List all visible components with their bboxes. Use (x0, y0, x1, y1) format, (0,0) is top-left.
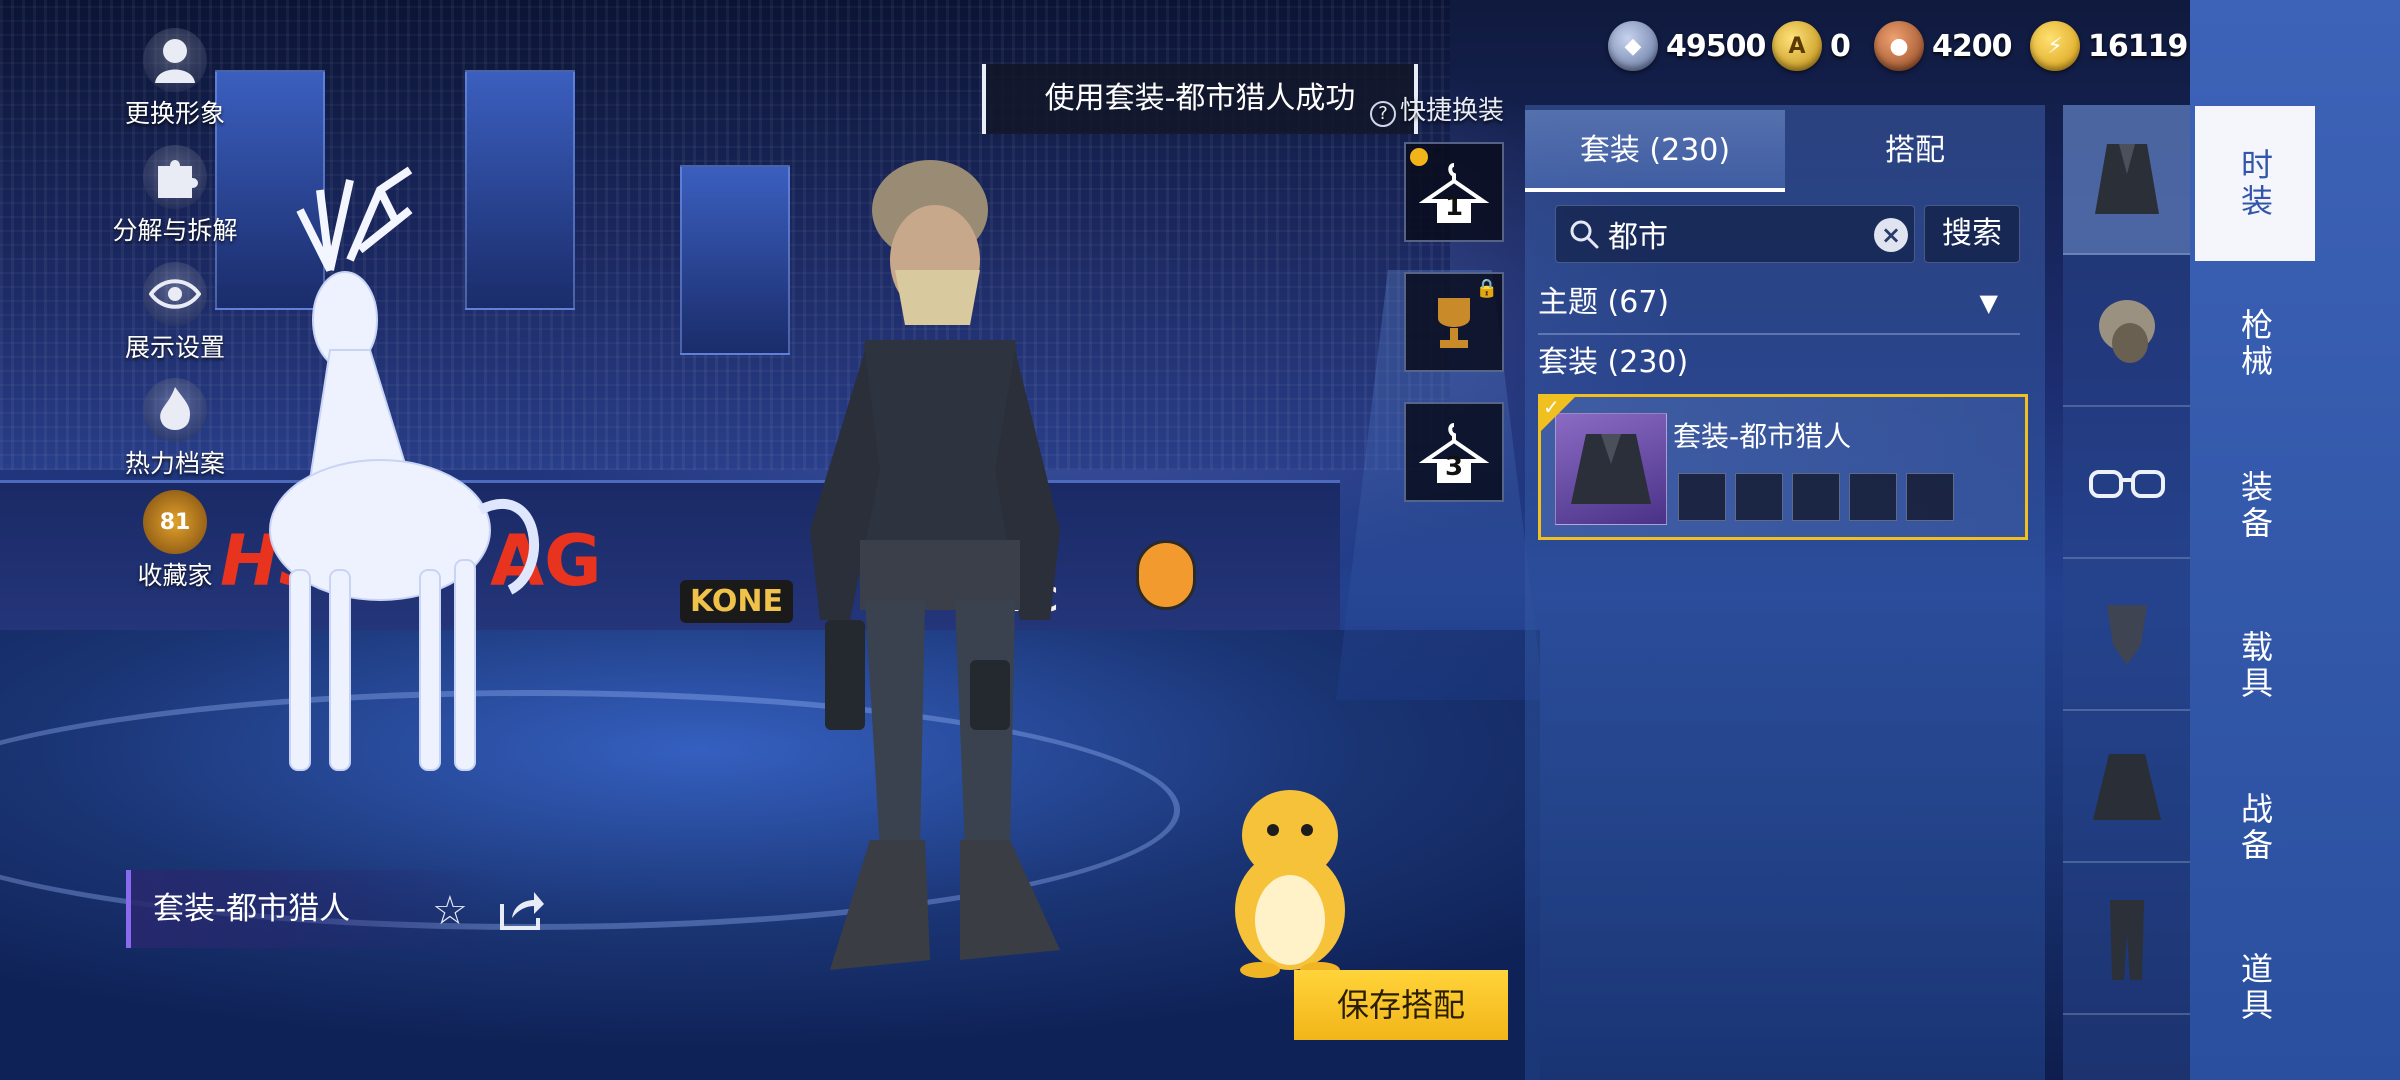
yellow-pet (1235, 790, 1345, 978)
category-outfit[interactable] (2063, 105, 2191, 255)
jacket-icon (2093, 754, 2161, 820)
quick-slot-1[interactable]: 1 (1404, 142, 1504, 242)
mask-icon (2107, 605, 2147, 665)
collector-badge-icon: 81 (143, 490, 207, 554)
panel-tabs: 套装 (230) 搭配 (1525, 110, 2045, 192)
category-mask[interactable] (2063, 561, 2191, 711)
equipped-indicator (1410, 148, 1428, 166)
clear-search-icon[interactable]: × (1874, 218, 1908, 252)
lock-icon: 🔒 (1475, 278, 1498, 299)
change-avatar-label: 更换形象 (124, 99, 225, 128)
search-button[interactable]: 搜索 (1924, 205, 2020, 263)
share-icon[interactable] (498, 888, 546, 932)
decompose-button[interactable]: 分解与拆解 (85, 145, 265, 247)
nav-equipment[interactable]: 装备 (2195, 428, 2315, 583)
outfit-icon (2095, 144, 2159, 214)
currency-value: 0 (1830, 28, 1851, 64)
save-outfit-button[interactable]: 保存搭配 (1294, 970, 1508, 1040)
piece-boots-thumb (1849, 473, 1897, 521)
collector-button[interactable]: 81 收藏家 (85, 490, 265, 592)
piece-pants-thumb (1792, 473, 1840, 521)
slot-number: 3 (1444, 452, 1464, 482)
collector-label: 收藏家 (137, 561, 213, 590)
puzzle-icon (143, 145, 207, 209)
search-input[interactable] (1608, 206, 1858, 262)
energy-coin-icon: ⚡ (2030, 21, 2080, 71)
logo-fox (1136, 540, 1196, 610)
currency-value: 49500 (1666, 28, 1766, 64)
hot-files-label: 热力档案 (124, 449, 225, 478)
set-filter-label: 套装 (230) (1538, 345, 1689, 380)
currency-value: 16119 (2088, 28, 2188, 64)
help-icon[interactable]: ? (1370, 101, 1396, 127)
currency-silver: ◆ 49500 (1608, 18, 1766, 74)
ag-coin-icon: A (1772, 21, 1822, 71)
currency-energy: ⚡ 16119 (2030, 18, 2188, 74)
nav-fashion[interactable]: 时装 (2195, 106, 2315, 261)
display-settings-label: 展示设置 (124, 333, 225, 362)
decompose-label: 分解与拆解 (112, 216, 238, 245)
search-icon (1570, 220, 1599, 249)
quick-change-title: ? 快捷换装 (1370, 90, 1504, 127)
nav-weapons[interactable]: 枪械 (2195, 266, 2315, 421)
avatar-icon (143, 28, 207, 92)
piece-mask-thumb (1906, 473, 1954, 521)
set-filter: 套装 (230) (1538, 335, 2018, 391)
star-icon[interactable]: ☆ (432, 888, 468, 934)
collector-level: 81 (159, 509, 191, 535)
currency-value: 4200 (1932, 28, 2012, 64)
category-glasses[interactable] (2063, 409, 2191, 559)
silver-coin-icon: ◆ (1608, 21, 1658, 71)
nav-items[interactable]: 道具 (2195, 910, 2315, 1065)
eye-icon (143, 262, 207, 326)
piece-hair-thumb (1678, 473, 1726, 521)
success-toast: 使用套装-都市猎人成功 (982, 64, 1418, 134)
glasses-icon (2089, 470, 2165, 498)
slot-number: 1 (1444, 192, 1464, 222)
category-pants[interactable] (2063, 865, 2191, 1015)
tab-combinations[interactable]: 搭配 (1785, 110, 2045, 192)
theme-filter-label: 主题 (67) (1538, 285, 1670, 320)
nav-battle-prep[interactable]: 战备 (2195, 750, 2315, 905)
search-field[interactable]: × (1555, 205, 1915, 263)
quick-slot-2[interactable]: 🔒 (1404, 272, 1504, 372)
player-character (810, 160, 1060, 970)
outfit-result-card[interactable]: ✓ 套装-都市猎人 (1538, 394, 2028, 540)
category-hair[interactable] (2063, 257, 2191, 407)
quick-slot-3[interactable]: 3 (1404, 402, 1504, 502)
theme-filter[interactable]: 主题 (67) ▼ (1538, 275, 2018, 331)
currency-ag: A 0 (1772, 18, 1851, 74)
bronze-coin-icon: ● (1874, 21, 1924, 71)
nav-vehicles[interactable]: 载具 (2195, 588, 2315, 743)
hair-icon (2099, 300, 2155, 363)
chevron-down-icon: ▼ (1979, 289, 1998, 317)
display-settings-button[interactable]: 展示设置 (85, 262, 265, 364)
flame-icon (143, 378, 207, 442)
trophy-icon (1438, 298, 1470, 348)
category-jacket[interactable] (2063, 713, 2191, 863)
piece-jacket-thumb (1735, 473, 1783, 521)
outfit-result-title: 套装-都市猎人 (1673, 420, 1852, 453)
checkmark-icon: ✓ (1543, 395, 1560, 419)
change-avatar-button[interactable]: 更换形象 (85, 28, 265, 130)
hot-files-button[interactable]: 热力档案 (85, 378, 265, 480)
pants-icon (2110, 900, 2144, 980)
currency-bronze: ● 4200 (1874, 18, 2012, 74)
tab-outfits[interactable]: 套装 (230) (1525, 110, 1785, 192)
